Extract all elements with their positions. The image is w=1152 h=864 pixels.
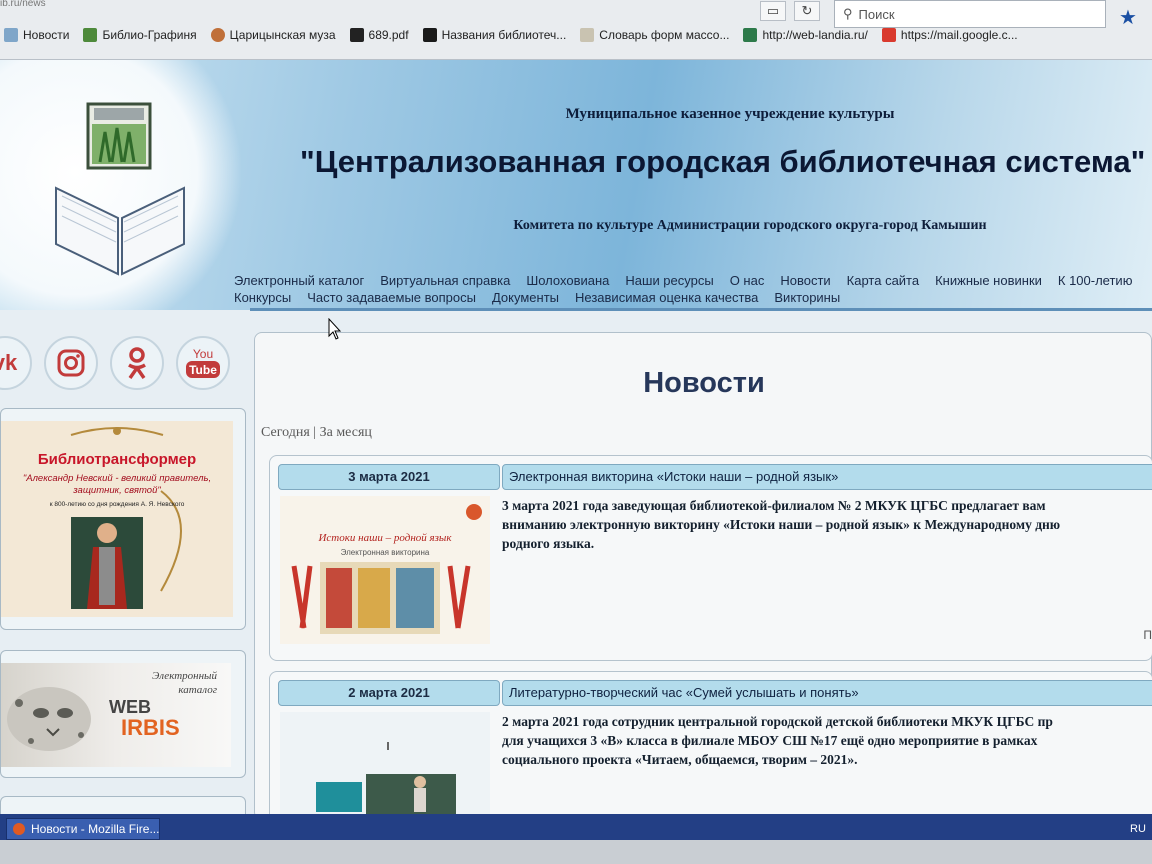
vk-icon[interactable]: vk (0, 336, 32, 390)
menu-anniversary[interactable]: К 100-летию (1058, 272, 1133, 289)
filter-month[interactable]: За месяц (320, 425, 372, 440)
bookmark-news[interactable]: Новости (4, 28, 69, 42)
menu-sitemap[interactable]: Карта сайта (847, 272, 919, 289)
bibliotransformer-subtitle: "Александр Невский - великий правитель, … (22, 473, 212, 496)
search-placeholder: Поиск (858, 6, 895, 22)
reader-view-icon[interactable]: ▭ (760, 1, 786, 21)
bibliotransformer-image: Библиотрансформер "Александр Невский - в… (1, 421, 233, 617)
news-text: 3 марта 2021 года заведующая библиотекой… (502, 498, 1061, 551)
mouse-cursor-icon (328, 318, 342, 340)
svg-text:vk: vk (0, 350, 18, 375)
bookmark-web-landia[interactable]: http://web-landia.ru/ (743, 28, 868, 42)
menu-our-resources[interactable]: Наши ресурсы (625, 272, 713, 289)
main-menu: Электронный каталог Виртуальная справка … (234, 272, 1152, 306)
header-divider (250, 308, 1152, 311)
bibliotransformer-note: к 800-летию со дня рождения А. Я. Невско… (49, 501, 185, 508)
news-date: 2 марта 2021 (278, 680, 500, 706)
news-date: 3 марта 2021 (278, 464, 500, 490)
filter-today[interactable]: Сегодня (261, 425, 310, 440)
menu-quality-assessment[interactable]: Независимая оценка качества (575, 289, 758, 306)
news-item: 3 марта 2021 Электронная викторина «Исто… (269, 455, 1152, 661)
bookmark-pdf[interactable]: 689.pdf (349, 28, 409, 42)
menu-row-1: Электронный каталог Виртуальная справка … (234, 272, 1152, 289)
news-thumbnail[interactable] (280, 712, 490, 820)
news-title-link[interactable]: Литературно-творческий час «Сумей услыша… (502, 680, 1152, 706)
menu-contests[interactable]: Конкурсы (234, 289, 291, 306)
bookmark-dictionary[interactable]: Словарь форм массо... (580, 28, 729, 42)
book-icon (580, 28, 595, 42)
irbis-logo-text: IRBIS (121, 715, 180, 740)
irbis-caption: Электронный каталог (152, 670, 217, 696)
social-links: vk You Tube (0, 334, 240, 392)
menu-about[interactable]: О нас (730, 272, 765, 289)
search-icon: ⚲ (843, 6, 853, 21)
taskbar-firefox-window[interactable]: Новости - Mozilla Fire... (6, 818, 160, 840)
nav-icons: ▭ ↻ (760, 0, 830, 22)
web-page: Муниципальное казенное учреждение культу… (0, 60, 1152, 820)
web-icon (743, 28, 758, 42)
bookmarks-bar: Новости Библио-Графиня Царицынская муза … (0, 22, 1152, 48)
filter-separator: | (309, 425, 320, 440)
news-text: 2 марта 2021 года сотрудник центральной … (502, 714, 1053, 767)
site-header: Муниципальное казенное учреждение культу… (0, 60, 1152, 311)
svg-text:Tube: Tube (189, 363, 217, 377)
bookmark-tsaritsyn-muse[interactable]: Царицынская муза (210, 28, 336, 42)
odnoklassniki-icon[interactable] (110, 336, 164, 390)
instagram-icon[interactable] (44, 336, 98, 390)
thumbnail-title: Истоки наши – родной язык (318, 532, 452, 544)
library-logo[interactable] (50, 98, 190, 278)
mail-icon (881, 28, 896, 42)
pdf-icon (349, 28, 364, 42)
menu-documents[interactable]: Документы (492, 289, 559, 306)
menu-quizzes[interactable]: Викторины (774, 289, 840, 306)
bibliotransformer-title: Библиотрансформер (37, 451, 197, 468)
bookmark-biblio-grafinya[interactable]: Библио-Графиня (83, 28, 197, 42)
language-indicator[interactable]: RU (1130, 818, 1152, 840)
menu-faq[interactable]: Часто задаваемые вопросы (307, 289, 476, 306)
svg-text:You: You (193, 347, 213, 361)
news-thumbnail[interactable]: Истоки наши – родной язык Электронная ви… (280, 496, 490, 644)
youtube-icon[interactable]: You Tube (176, 336, 230, 390)
bookmark-gmail[interactable]: https://mail.google.c... (881, 28, 1018, 42)
news-item: 2 марта 2021 Литературно-творческий час … (269, 671, 1152, 820)
bookmark-icon (83, 28, 98, 42)
browser-toolbar: ib.ru/news ▭ ↻ ⚲ Поиск ★ Новости Библио-… (0, 0, 1152, 60)
bookmark-library-names[interactable]: Названия библиотеч... (422, 28, 566, 42)
thumbnail-subtitle: Электронная викторина (340, 548, 430, 557)
menu-virtual-reference[interactable]: Виртуальная справка (380, 272, 510, 289)
bibliotransformer-banner[interactable]: Библиотрансформер "Александр Невский - в… (0, 408, 246, 630)
menu-new-books[interactable]: Книжные новинки (935, 272, 1042, 289)
reload-icon[interactable]: ↻ (794, 1, 820, 21)
news-title-link[interactable]: Электронная викторина «Истоки наши – род… (502, 464, 1152, 490)
music-icon (422, 28, 437, 42)
web-irbis-banner[interactable]: Электронный каталог WEB IRBIS (0, 650, 246, 778)
monitor-bezel (0, 840, 1152, 864)
menu-sholokhoviana[interactable]: Шолоховиана (526, 272, 609, 289)
flower-icon (210, 28, 225, 42)
news-filters: Сегодня | За месяц (261, 425, 372, 441)
site-title: "Централизованная городская библиотечная… (300, 144, 1146, 179)
page-title: Новости (643, 367, 765, 399)
news-panel: Новости Сегодня | За месяц 3 марта 2021 … (254, 332, 1152, 820)
org-type: Муниципальное казенное учреждение культу… (565, 106, 895, 122)
menu-row-2: Конкурсы Часто задаваемые вопросы Докуме… (234, 289, 1152, 306)
globe-icon (4, 28, 18, 42)
address-fragment[interactable]: ib.ru/news (0, 0, 60, 8)
menu-electronic-catalog[interactable]: Электронный каталог (234, 272, 364, 289)
menu-news[interactable]: Новости (780, 272, 830, 289)
news-more-link[interactable]: П (1143, 628, 1152, 642)
org-parent: Комитета по культуре Администрации город… (513, 218, 987, 233)
web-irbis-image: Электронный каталог WEB IRBIS (1, 663, 231, 767)
